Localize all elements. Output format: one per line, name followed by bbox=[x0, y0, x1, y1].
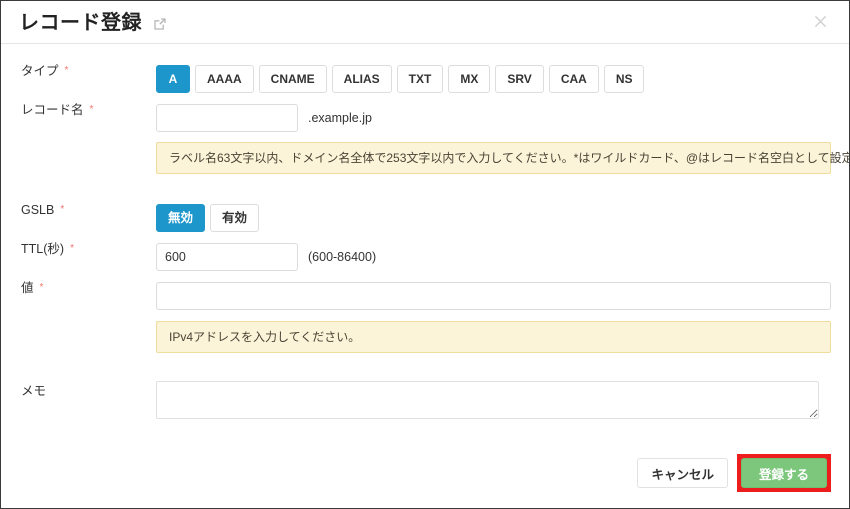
field-ttl: (600-86400) bbox=[156, 243, 849, 271]
page-title: レコード登録 bbox=[19, 11, 142, 33]
type-option-txt[interactable]: TXT bbox=[397, 65, 444, 93]
label-ttl: TTL(秒) * bbox=[1, 243, 156, 271]
submit-button-highlight: 登録する bbox=[737, 454, 831, 492]
record-registration-dialog: レコード登録 タイプ * A AAAA CNAME bbox=[0, 0, 850, 509]
form-row-type: タイプ * A AAAA CNAME ALIAS TXT MX SRV CAA N… bbox=[1, 65, 849, 93]
external-link-icon[interactable] bbox=[153, 17, 167, 31]
record-name-hint-text: ラベル名63文字以内、ドメイン名全体で253文字以内で入力してください。*はワイ… bbox=[169, 152, 850, 164]
label-gslb-text: GSLB bbox=[21, 203, 54, 217]
dialog-footer: キャンセル 登録する bbox=[637, 454, 831, 492]
submit-button[interactable]: 登録する bbox=[741, 458, 827, 488]
dialog-header: レコード登録 bbox=[1, 1, 849, 44]
type-option-aaaa[interactable]: AAAA bbox=[195, 65, 254, 93]
gslb-option-disabled[interactable]: 無効 bbox=[156, 204, 205, 232]
value-hint-text: IPv4アドレスを入力してください。 bbox=[169, 331, 360, 343]
record-name-domain-suffix: .example.jp bbox=[308, 111, 372, 125]
label-value: 値* bbox=[1, 282, 156, 310]
memo-textarea[interactable] bbox=[156, 381, 819, 419]
label-memo: メモ bbox=[1, 381, 156, 419]
value-input[interactable] bbox=[156, 282, 831, 310]
required-marker: * bbox=[65, 65, 69, 76]
label-memo-text: メモ bbox=[21, 384, 46, 398]
field-memo bbox=[156, 381, 849, 419]
ttl-input[interactable] bbox=[156, 243, 298, 271]
label-value-text: 値 bbox=[21, 281, 34, 295]
field-type: A AAAA CNAME ALIAS TXT MX SRV CAA NS bbox=[156, 65, 849, 93]
record-name-hint: ラベル名63文字以内、ドメイン名全体で253文字以内で入力してください。*はワイ… bbox=[156, 142, 831, 174]
type-option-cname[interactable]: CNAME bbox=[259, 65, 327, 93]
field-gslb: 無効 有効 bbox=[156, 204, 849, 232]
form-row-gslb: GSLB * 無効 有効 bbox=[1, 204, 849, 232]
type-option-mx[interactable]: MX bbox=[448, 65, 490, 93]
required-marker: * bbox=[60, 204, 64, 215]
label-record-name: レコード名 * bbox=[1, 104, 156, 132]
required-marker: * bbox=[70, 243, 74, 254]
label-record-name-text: レコード名 bbox=[21, 103, 84, 117]
field-record-name: .example.jp bbox=[156, 104, 849, 132]
form-row-value: 値* bbox=[1, 282, 849, 310]
type-option-caa[interactable]: CAA bbox=[549, 65, 599, 93]
form-row-ttl: TTL(秒) * (600-86400) bbox=[1, 243, 849, 271]
type-option-srv[interactable]: SRV bbox=[495, 65, 543, 93]
gslb-option-enabled[interactable]: 有効 bbox=[210, 204, 259, 232]
type-option-a[interactable]: A bbox=[156, 65, 190, 93]
form-row-memo: メモ bbox=[1, 381, 849, 419]
label-ttl-text: TTL(秒) bbox=[21, 242, 64, 256]
label-type-text: タイプ bbox=[21, 64, 59, 78]
type-option-ns[interactable]: NS bbox=[604, 65, 645, 93]
ttl-range-hint: (600-86400) bbox=[308, 250, 376, 264]
record-type-button-group: A AAAA CNAME ALIAS TXT MX SRV CAA NS bbox=[156, 65, 649, 93]
value-hint: IPv4アドレスを入力してください。 bbox=[156, 321, 831, 353]
gslb-button-group: 無効 有効 bbox=[156, 204, 264, 232]
record-name-input[interactable] bbox=[156, 104, 298, 132]
field-value bbox=[156, 282, 849, 310]
form-row-record-name: レコード名 * .example.jp bbox=[1, 104, 849, 132]
required-marker: * bbox=[90, 104, 94, 115]
close-icon[interactable] bbox=[807, 8, 833, 34]
cancel-button[interactable]: キャンセル bbox=[637, 458, 728, 488]
type-option-alias[interactable]: ALIAS bbox=[332, 65, 392, 93]
required-marker: * bbox=[40, 282, 44, 293]
label-gslb: GSLB * bbox=[1, 204, 156, 232]
label-type: タイプ * bbox=[1, 65, 156, 93]
